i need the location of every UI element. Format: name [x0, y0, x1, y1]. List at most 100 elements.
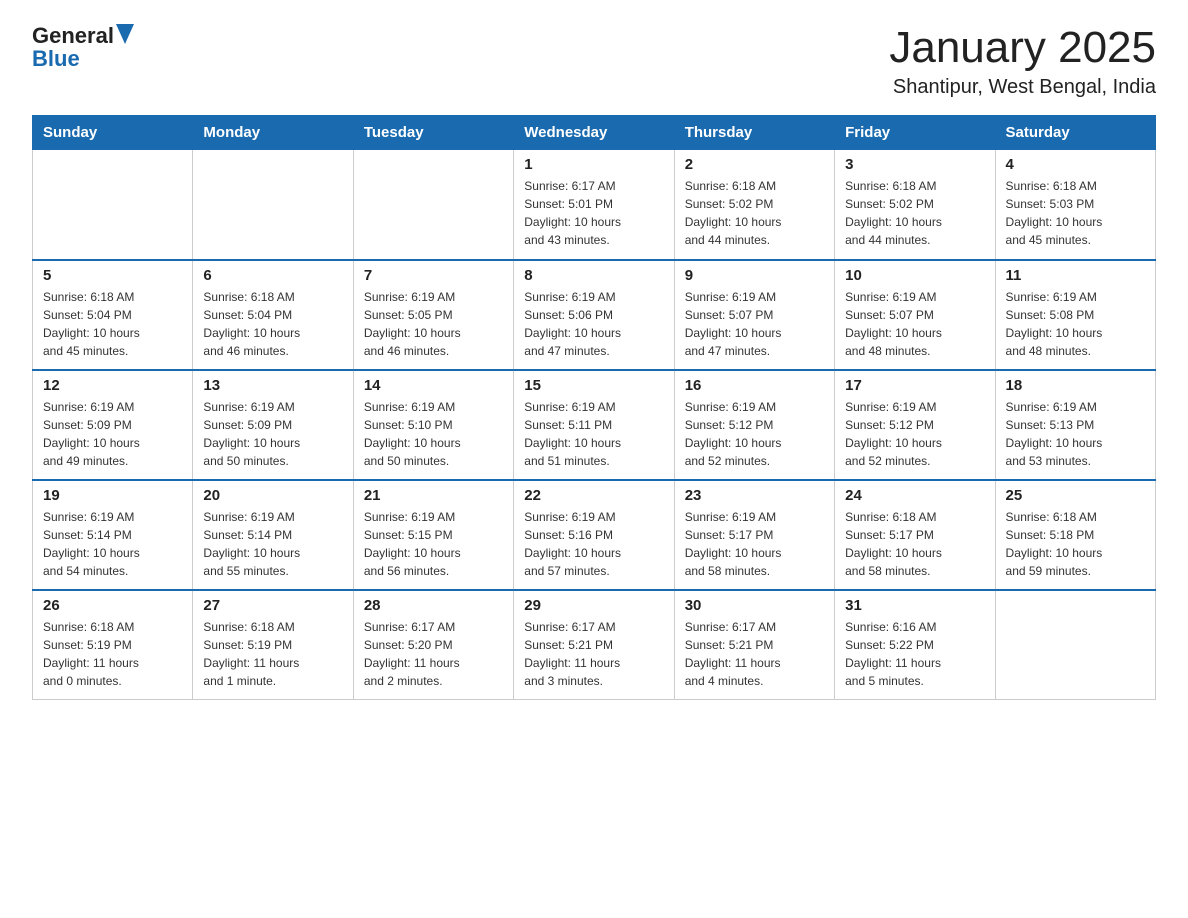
- calendar-cell: 29Sunrise: 6:17 AM Sunset: 5:21 PM Dayli…: [514, 590, 674, 700]
- day-header-thursday: Thursday: [674, 116, 834, 150]
- day-info: Sunrise: 6:19 AM Sunset: 5:12 PM Dayligh…: [845, 398, 984, 470]
- calendar-cell: 11 Sunrise: 6:19 AM Sunset: 5:08 PM Dayli…: [995, 260, 1155, 370]
- day-number: 24: [845, 487, 984, 504]
- calendar-cell: 9 Sunrise: 6:19 AM Sunset: 5:07 PM Daylig…: [674, 260, 834, 370]
- day-number: 27: [203, 597, 342, 614]
- calendar-cell: 16Sunrise: 6:19 AM Sunset: 5:12 PM Dayli…: [674, 370, 834, 480]
- day-header-sunday: Sunday: [33, 116, 193, 150]
- day-number: 30: [685, 597, 824, 614]
- calendar-week-row: 1 Sunrise: 6:17 AM Sunset: 5:01 PM Daylig…: [33, 150, 1156, 260]
- day-info: Sunrise: 6:19 AM Sunset: 5:05 PM Dayligh…: [364, 288, 503, 360]
- day-number: 9: [685, 267, 824, 284]
- calendar-week-row: 5 Sunrise: 6:18 AM Sunset: 5:04 PM Daylig…: [33, 260, 1156, 370]
- calendar-cell: 6Sunrise: 6:18 AM Sunset: 5:04 PM Daylig…: [193, 260, 353, 370]
- day-info: Sunrise: 6:18 AM Sunset: 5:17 PM Dayligh…: [845, 508, 984, 580]
- day-number: 17: [845, 377, 984, 394]
- day-info: Sunrise: 6:19 AM Sunset: 5:12 PM Dayligh…: [685, 398, 824, 470]
- day-number: 11: [1006, 267, 1145, 284]
- day-number: 4: [1006, 156, 1145, 173]
- day-info: Sunrise: 6:18 AM Sunset: 5:19 PM Dayligh…: [43, 618, 182, 690]
- day-info: Sunrise: 6:18 AM Sunset: 5:19 PM Dayligh…: [203, 618, 342, 690]
- day-number: 23: [685, 487, 824, 504]
- calendar-cell: 24 Sunrise: 6:18 AM Sunset: 5:17 PM Dayli…: [835, 480, 995, 590]
- day-number: 10: [845, 267, 984, 284]
- calendar-cell: 7 Sunrise: 6:19 AM Sunset: 5:05 PM Daylig…: [353, 260, 513, 370]
- calendar-cell: 14 Sunrise: 6:19 AM Sunset: 5:10 PM Dayli…: [353, 370, 513, 480]
- day-info: Sunrise: 6:19 AM Sunset: 5:07 PM Dayligh…: [685, 288, 824, 360]
- day-info: Sunrise: 6:19 AM Sunset: 5:10 PM Dayligh…: [364, 398, 503, 470]
- day-number: 21: [364, 487, 503, 504]
- day-number: 6: [203, 267, 342, 284]
- day-info: Sunrise: 6:19 AM Sunset: 5:11 PM Dayligh…: [524, 398, 663, 470]
- day-info: Sunrise: 6:17 AM Sunset: 5:21 PM Dayligh…: [685, 618, 824, 690]
- calendar-cell: 19 Sunrise: 6:19 AM Sunset: 5:14 PM Dayli…: [33, 480, 193, 590]
- day-info: Sunrise: 6:17 AM Sunset: 5:01 PM Dayligh…: [524, 177, 663, 249]
- day-info: Sunrise: 6:19 AM Sunset: 5:15 PM Dayligh…: [364, 508, 503, 580]
- day-info: Sunrise: 6:19 AM Sunset: 5:16 PM Dayligh…: [524, 508, 663, 580]
- day-number: 25: [1006, 487, 1145, 504]
- day-info: Sunrise: 6:18 AM Sunset: 5:04 PM Dayligh…: [43, 288, 182, 360]
- day-number: 20: [203, 487, 342, 504]
- day-number: 1: [524, 156, 663, 173]
- day-info: Sunrise: 6:19 AM Sunset: 5:06 PM Dayligh…: [524, 288, 663, 360]
- calendar-cell: 27 Sunrise: 6:18 AM Sunset: 5:19 PM Dayli…: [193, 590, 353, 700]
- calendar-header-row: SundayMondayTuesdayWednesdayThursdayFrid…: [33, 116, 1156, 150]
- calendar-cell: 3Sunrise: 6:18 AM Sunset: 5:02 PM Daylig…: [835, 150, 995, 260]
- calendar-body: 1 Sunrise: 6:17 AM Sunset: 5:01 PM Daylig…: [33, 150, 1156, 700]
- day-info: Sunrise: 6:19 AM Sunset: 5:14 PM Dayligh…: [43, 508, 182, 580]
- day-info: Sunrise: 6:19 AM Sunset: 5:13 PM Dayligh…: [1006, 398, 1145, 470]
- calendar-week-row: 12 Sunrise: 6:19 AM Sunset: 5:09 PM Dayli…: [33, 370, 1156, 480]
- day-number: 8: [524, 267, 663, 284]
- day-info: Sunrise: 6:19 AM Sunset: 5:09 PM Dayligh…: [43, 398, 182, 470]
- calendar-week-row: 19 Sunrise: 6:19 AM Sunset: 5:14 PM Dayli…: [33, 480, 1156, 590]
- calendar-cell: 26Sunrise: 6:18 AM Sunset: 5:19 PM Dayli…: [33, 590, 193, 700]
- day-number: 22: [524, 487, 663, 504]
- calendar-cell: [33, 150, 193, 260]
- calendar-cell: 10 Sunrise: 6:19 AM Sunset: 5:07 PM Dayli…: [835, 260, 995, 370]
- day-info: Sunrise: 6:19 AM Sunset: 5:14 PM Dayligh…: [203, 508, 342, 580]
- calendar-week-row: 26Sunrise: 6:18 AM Sunset: 5:19 PM Dayli…: [33, 590, 1156, 700]
- calendar-cell: 31 Sunrise: 6:16 AM Sunset: 5:22 PM Dayli…: [835, 590, 995, 700]
- day-number: 7: [364, 267, 503, 284]
- logo: General Blue: [32, 24, 134, 70]
- calendar-cell: 30 Sunrise: 6:17 AM Sunset: 5:21 PM Dayli…: [674, 590, 834, 700]
- day-number: 31: [845, 597, 984, 614]
- day-info: Sunrise: 6:17 AM Sunset: 5:20 PM Dayligh…: [364, 618, 503, 690]
- day-number: 19: [43, 487, 182, 504]
- day-number: 13: [203, 377, 342, 394]
- title-area: January 2025 Shantipur, West Bengal, Ind…: [889, 24, 1156, 99]
- calendar-cell: 22 Sunrise: 6:19 AM Sunset: 5:16 PM Dayli…: [514, 480, 674, 590]
- day-number: 28: [364, 597, 503, 614]
- calendar-cell: [353, 150, 513, 260]
- day-info: Sunrise: 6:17 AM Sunset: 5:21 PM Dayligh…: [524, 618, 663, 690]
- day-info: Sunrise: 6:19 AM Sunset: 5:09 PM Dayligh…: [203, 398, 342, 470]
- day-number: 2: [685, 156, 824, 173]
- calendar-cell: 2 Sunrise: 6:18 AM Sunset: 5:02 PM Daylig…: [674, 150, 834, 260]
- calendar-cell: 12 Sunrise: 6:19 AM Sunset: 5:09 PM Dayli…: [33, 370, 193, 480]
- day-header-saturday: Saturday: [995, 116, 1155, 150]
- day-info: Sunrise: 6:19 AM Sunset: 5:07 PM Dayligh…: [845, 288, 984, 360]
- logo-blue-text: Blue: [32, 46, 80, 71]
- calendar-cell: 5 Sunrise: 6:18 AM Sunset: 5:04 PM Daylig…: [33, 260, 193, 370]
- day-info: Sunrise: 6:18 AM Sunset: 5:02 PM Dayligh…: [685, 177, 824, 249]
- calendar-cell: 13 Sunrise: 6:19 AM Sunset: 5:09 PM Dayli…: [193, 370, 353, 480]
- logo-triangle-icon: [116, 24, 134, 44]
- logo-general-text: General: [32, 25, 114, 47]
- calendar-cell: [193, 150, 353, 260]
- calendar-cell: 21 Sunrise: 6:19 AM Sunset: 5:15 PM Dayli…: [353, 480, 513, 590]
- calendar-cell: 20 Sunrise: 6:19 AM Sunset: 5:14 PM Dayli…: [193, 480, 353, 590]
- calendar-table: SundayMondayTuesdayWednesdayThursdayFrid…: [32, 115, 1156, 700]
- day-header-wednesday: Wednesday: [514, 116, 674, 150]
- day-number: 14: [364, 377, 503, 394]
- day-header-monday: Monday: [193, 116, 353, 150]
- day-info: Sunrise: 6:19 AM Sunset: 5:08 PM Dayligh…: [1006, 288, 1145, 360]
- calendar-cell: [995, 590, 1155, 700]
- day-info: Sunrise: 6:19 AM Sunset: 5:17 PM Dayligh…: [685, 508, 824, 580]
- day-info: Sunrise: 6:16 AM Sunset: 5:22 PM Dayligh…: [845, 618, 984, 690]
- day-number: 3: [845, 156, 984, 173]
- day-number: 5: [43, 267, 182, 284]
- calendar-cell: 23 Sunrise: 6:19 AM Sunset: 5:17 PM Dayli…: [674, 480, 834, 590]
- day-number: 15: [524, 377, 663, 394]
- day-number: 12: [43, 377, 182, 394]
- calendar-cell: 28 Sunrise: 6:17 AM Sunset: 5:20 PM Dayli…: [353, 590, 513, 700]
